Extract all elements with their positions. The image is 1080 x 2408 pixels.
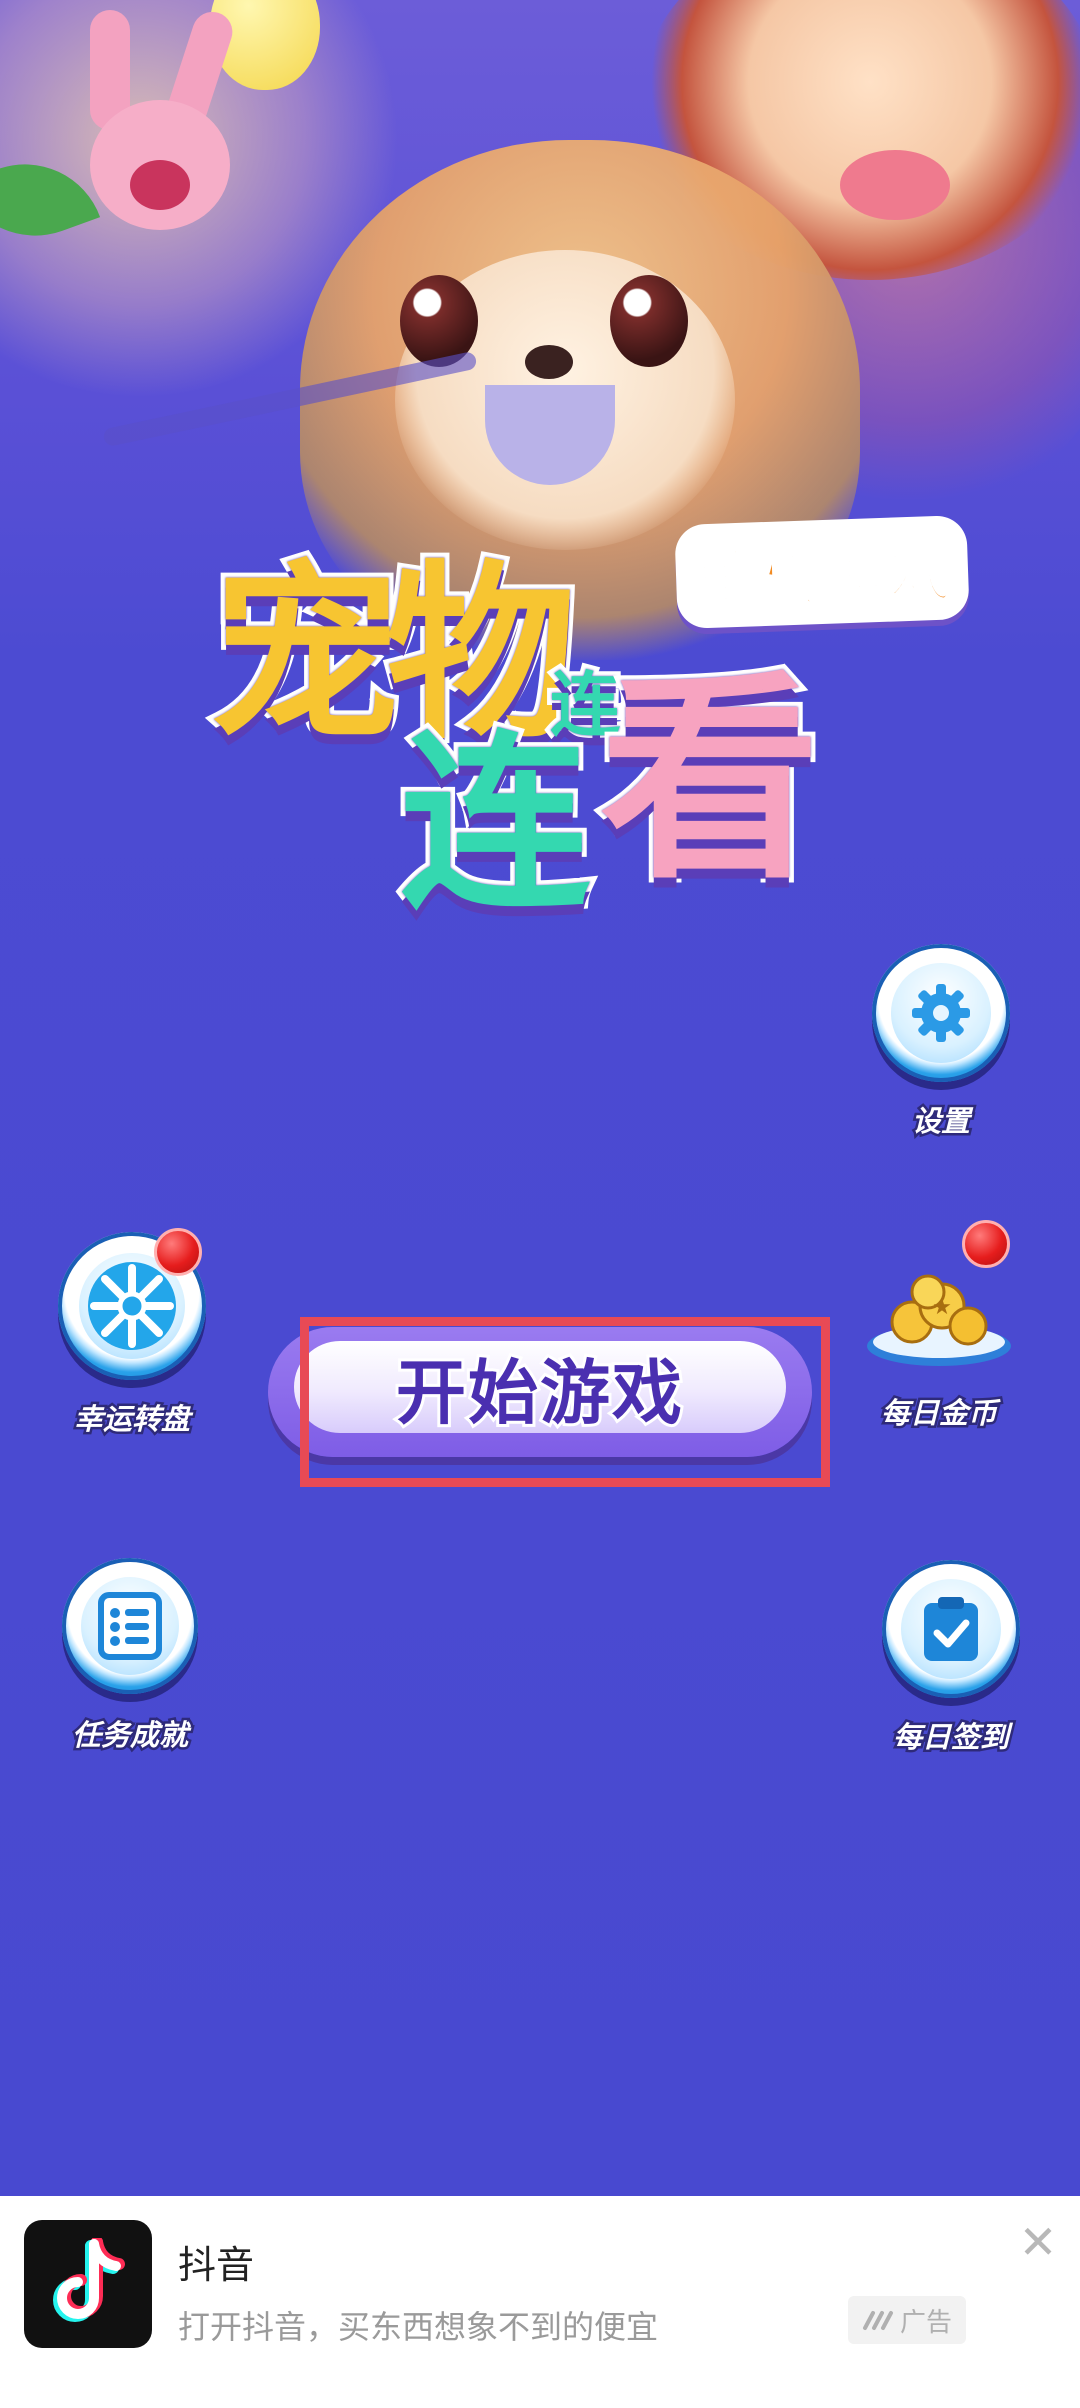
tasks-label: 任务成就 (69, 1716, 190, 1755)
game-title-logo: 宠物 连 连 看 (170, 530, 825, 980)
checkin-clipboard-icon (901, 1579, 1001, 1679)
tasks-button-circle[interactable] (62, 1558, 198, 1694)
title-line-2: 连 (395, 714, 595, 935)
daily-coins-label: 每日金币 (878, 1394, 999, 1433)
shiba-eye (610, 275, 688, 367)
daily-coins-notification-dot (962, 1220, 1010, 1268)
start-game-label: 开始游戏 (393, 1349, 685, 1437)
start-game-pill[interactable]: 开始游戏 (294, 1341, 786, 1437)
monkey-tongue (840, 150, 950, 220)
daily-checkin-label: 每日签到 (890, 1718, 1011, 1757)
shiba-nose (525, 345, 573, 379)
ad-tag-text: 广告 (899, 2307, 952, 2338)
settings-gear-icon (891, 963, 991, 1063)
title-line-3: 看 (595, 652, 825, 908)
bunny-illustration (70, 6, 250, 270)
ad-label-tag: 广告 (848, 2296, 966, 2344)
settings-button-circle[interactable] (872, 944, 1010, 1082)
coins-plate-icon[interactable]: ★ (864, 1262, 1014, 1372)
start-game-button[interactable]: 开始游戏 (268, 1327, 812, 1457)
svg-text:★: ★ (932, 1295, 952, 1320)
settings-label: 设置 (909, 1102, 972, 1141)
tiktok-logo-icon[interactable] (24, 2220, 152, 2348)
lucky-wheel-label: 幸运转盘 (71, 1400, 192, 1439)
close-icon[interactable]: ✕ (1012, 2215, 1064, 2269)
ad-brand-icon (862, 2311, 893, 2330)
ad-description[interactable]: 打开抖音，买东西想象不到的便宜 (178, 2302, 658, 2348)
game-screen: 单机游戏 宠物 连 连 看 设置 幸运转盘 ★ 每日金币 开始游戏 任务成就 每… (0, 0, 1080, 2196)
daily-checkin-button-circle[interactable] (882, 1560, 1020, 1698)
lucky-wheel-notification-dot (154, 1228, 202, 1276)
ad-banner[interactable]: 抖音 打开抖音，买东西想象不到的便宜 广告 ✕ (0, 2196, 1080, 2408)
ad-app-name[interactable]: 抖音 (178, 2234, 254, 2289)
task-list-icon (81, 1577, 179, 1675)
